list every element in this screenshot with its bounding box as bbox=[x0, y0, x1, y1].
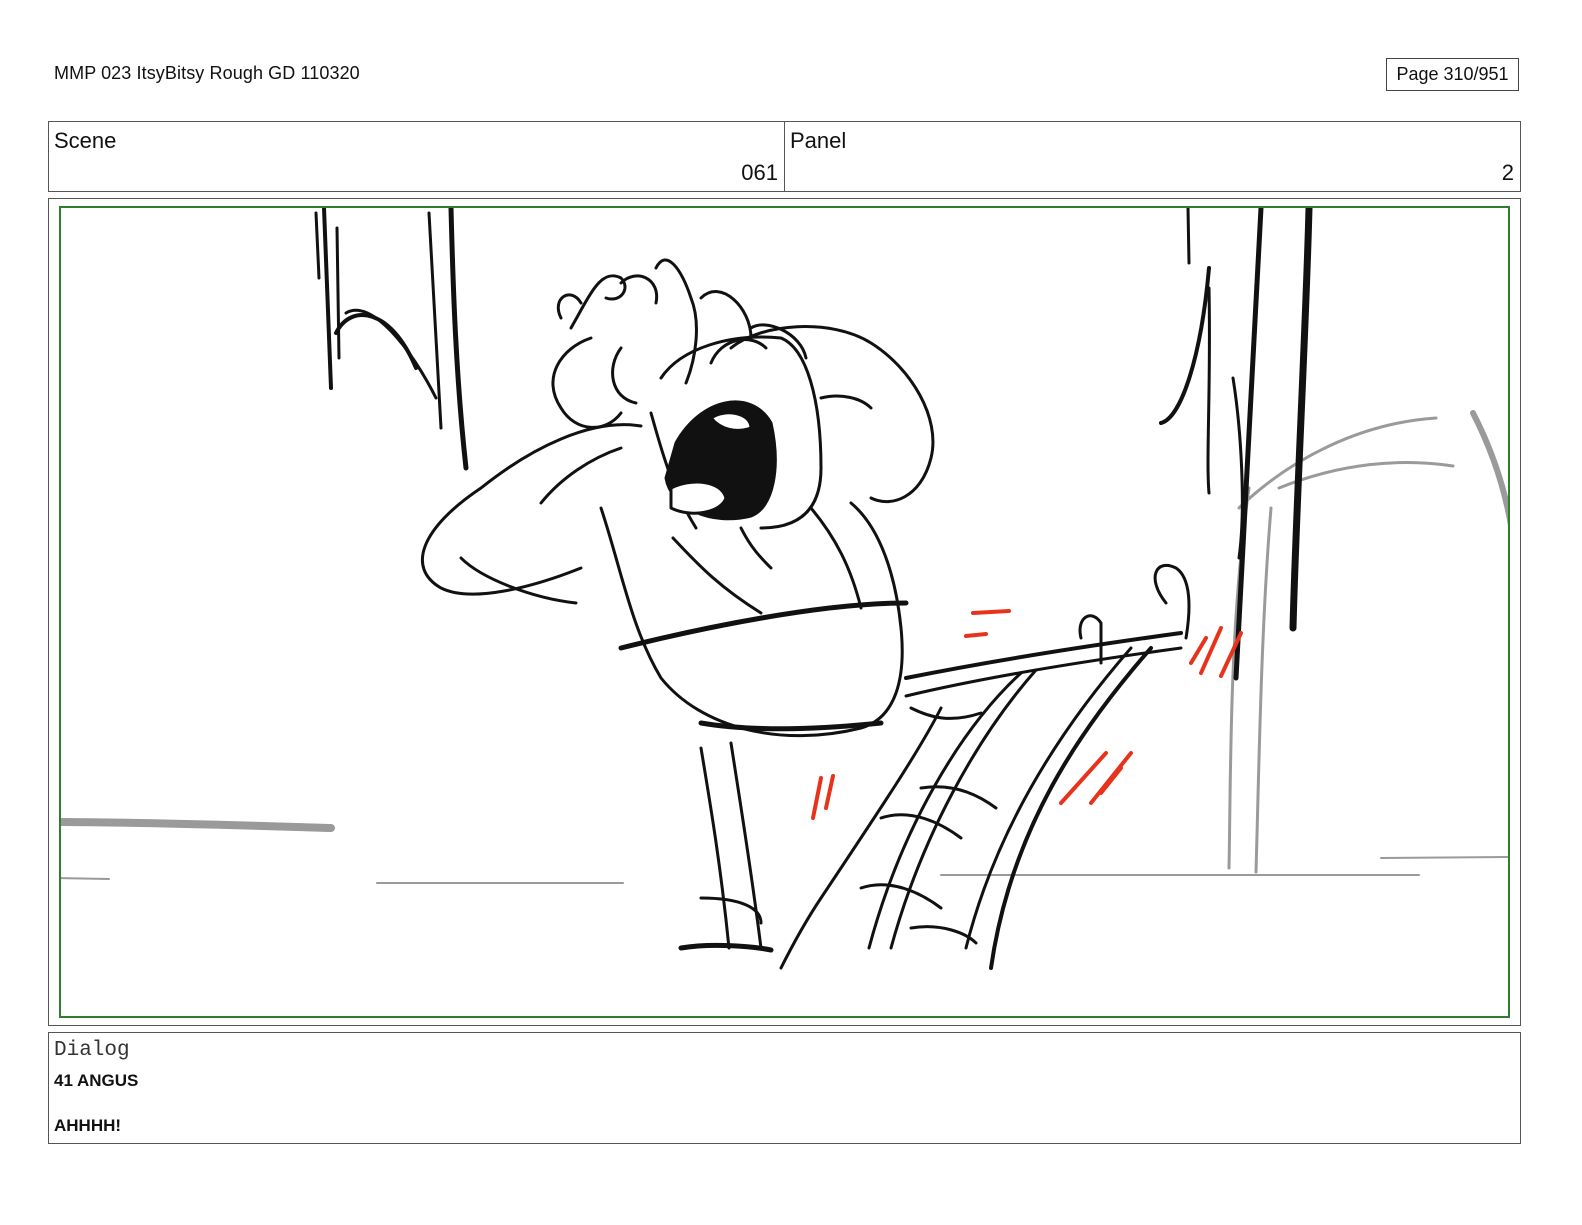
storyboard-panel-frame bbox=[48, 198, 1521, 1026]
scene-cell: Scene 061 bbox=[49, 122, 784, 191]
page-number-badge: Page 310/951 bbox=[1386, 58, 1519, 91]
storyboard-sketch-image bbox=[59, 206, 1510, 1018]
background-tree-lines bbox=[314, 208, 1313, 681]
panel-cell: Panel 2 bbox=[784, 122, 1520, 191]
document-title: MMP 023 ItsyBitsy Rough GD 110320 bbox=[54, 63, 360, 83]
scene-label: Scene bbox=[54, 128, 117, 153]
panel-label: Panel bbox=[790, 128, 847, 153]
dialog-heading: Dialog bbox=[54, 1039, 130, 1062]
scene-panel-info-table: Scene 061 Panel 2 bbox=[48, 121, 1521, 192]
dialog-line: AHHHH! bbox=[54, 1116, 122, 1135]
sketch-drawing bbox=[61, 208, 1508, 970]
red-motion-marks bbox=[811, 609, 1243, 820]
panel-number: 2 bbox=[1501, 160, 1514, 185]
dialog-speaker: 41 ANGUS bbox=[54, 1071, 139, 1090]
background-ground-lines bbox=[61, 410, 1508, 884]
dialog-section: Dialog 41 ANGUS AHHHH! bbox=[48, 1032, 1521, 1144]
character-angus-drawing bbox=[421, 258, 1191, 970]
scene-number: 061 bbox=[741, 160, 778, 185]
